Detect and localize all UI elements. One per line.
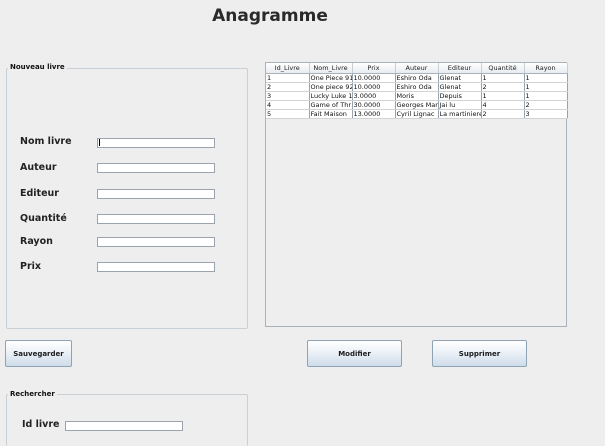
table-cell[interactable]: Lucky Luke 18 xyxy=(309,91,353,101)
table-cell[interactable]: 10.0000 xyxy=(352,73,396,83)
table-cell[interactable]: 2 xyxy=(481,109,525,119)
id-livre-label: Id livre xyxy=(22,419,60,430)
modifier-button[interactable]: Modifier xyxy=(307,340,402,367)
prix-label: Prix xyxy=(20,261,42,272)
table-cell[interactable]: 1 xyxy=(524,82,568,92)
table-cell[interactable]: 30.0000 xyxy=(352,100,396,110)
table-cell[interactable]: Glenat xyxy=(438,73,482,83)
table-row[interactable]: 5 Fait Maison 13.0000 Cyril Lignac La ma… xyxy=(266,109,568,119)
table-cell[interactable]: 1 xyxy=(481,73,525,83)
table-cell[interactable]: Georges Mar... xyxy=(395,100,439,110)
rechercher-title: Rechercher xyxy=(8,390,57,398)
window-title: Anagramme xyxy=(212,6,328,26)
table-cell[interactable]: 1 xyxy=(481,91,525,101)
sauvegarder-button[interactable]: Sauvegarder xyxy=(5,340,72,367)
quantite-input[interactable] xyxy=(97,214,215,224)
text-caret xyxy=(99,139,100,146)
table-cell[interactable]: One Piece 91 xyxy=(309,73,353,83)
table-cell[interactable]: Eshiro Oda xyxy=(395,73,439,83)
table-cell[interactable]: Jai lu xyxy=(438,100,482,110)
table-cell[interactable]: Moris xyxy=(395,91,439,101)
table-cell[interactable]: 1 xyxy=(524,91,568,101)
table-cell[interactable]: Cyril Lignac xyxy=(395,109,439,119)
table-cell[interactable]: La martiniere xyxy=(438,109,482,119)
id-livre-input[interactable] xyxy=(65,421,183,431)
prix-input[interactable] xyxy=(97,262,215,272)
editeur-label: Editeur xyxy=(20,188,59,199)
table-header-row: Id_Livre Nom_Livre Prix Auteur Editeur Q… xyxy=(266,63,568,74)
supprimer-button[interactable]: Supprimer xyxy=(432,340,527,367)
rayon-label: Rayon xyxy=(20,236,53,247)
table-cell[interactable]: Eshiro Oda xyxy=(395,82,439,92)
table-cell[interactable]: 3 xyxy=(266,91,310,101)
table-cell[interactable]: 2 xyxy=(481,82,525,92)
column-header[interactable]: Id_Livre xyxy=(266,63,310,74)
auteur-input[interactable] xyxy=(97,163,215,173)
table-cell[interactable]: Game of Thr xyxy=(309,100,353,110)
table-cell[interactable]: 4 xyxy=(266,100,310,110)
table-cell[interactable]: Fait Maison xyxy=(309,109,353,119)
table-row[interactable]: 1 One Piece 91 10.0000 Eshiro Oda Glenat… xyxy=(266,73,568,83)
table-row[interactable]: 4 Game of Thr 30.0000 Georges Mar... Jai… xyxy=(266,100,568,110)
table-cell[interactable]: 1 xyxy=(524,73,568,83)
table-row[interactable]: 3 Lucky Luke 18 3.0000 Moris Depuis 1 1 xyxy=(266,91,568,101)
column-header[interactable]: Auteur xyxy=(395,63,439,74)
nouveau-livre-title: Nouveau livre xyxy=(8,63,67,71)
table-cell[interactable]: 3.0000 xyxy=(352,91,396,101)
column-header[interactable]: Prix xyxy=(352,63,396,74)
table-cell[interactable]: 2 xyxy=(524,100,568,110)
table-cell[interactable]: Depuis xyxy=(438,91,482,101)
rayon-input[interactable] xyxy=(97,237,215,247)
table-cell[interactable]: 10.0000 xyxy=(352,82,396,92)
table-cell[interactable]: 4 xyxy=(481,100,525,110)
quantite-label: Quantité xyxy=(20,213,67,224)
table-cell[interactable]: Glenat xyxy=(438,82,482,92)
auteur-label: Auteur xyxy=(20,162,57,173)
editeur-input[interactable] xyxy=(97,189,215,199)
books-table-scrollpane[interactable]: Id_Livre Nom_Livre Prix Auteur Editeur Q… xyxy=(265,62,568,327)
table-row[interactable]: 2 One piece 92 10.0000 Eshiro Oda Glenat… xyxy=(266,82,568,92)
table-cell[interactable]: 5 xyxy=(266,109,310,119)
table-cell[interactable]: 1 xyxy=(266,73,310,83)
books-table[interactable]: Id_Livre Nom_Livre Prix Auteur Editeur Q… xyxy=(266,63,568,119)
nom-livre-label: Nom livre xyxy=(20,136,72,147)
column-header[interactable]: Nom_Livre xyxy=(309,63,353,74)
table-cell[interactable]: One piece 92 xyxy=(309,82,353,92)
column-header[interactable]: Quantité xyxy=(481,63,525,74)
column-header[interactable]: Rayon xyxy=(524,63,568,74)
table-cell[interactable]: 2 xyxy=(266,82,310,92)
table-cell[interactable]: 3 xyxy=(524,109,568,119)
table-cell[interactable]: 13.0000 xyxy=(352,109,396,119)
column-header[interactable]: Editeur xyxy=(438,63,482,74)
nom-livre-input[interactable] xyxy=(97,138,215,148)
